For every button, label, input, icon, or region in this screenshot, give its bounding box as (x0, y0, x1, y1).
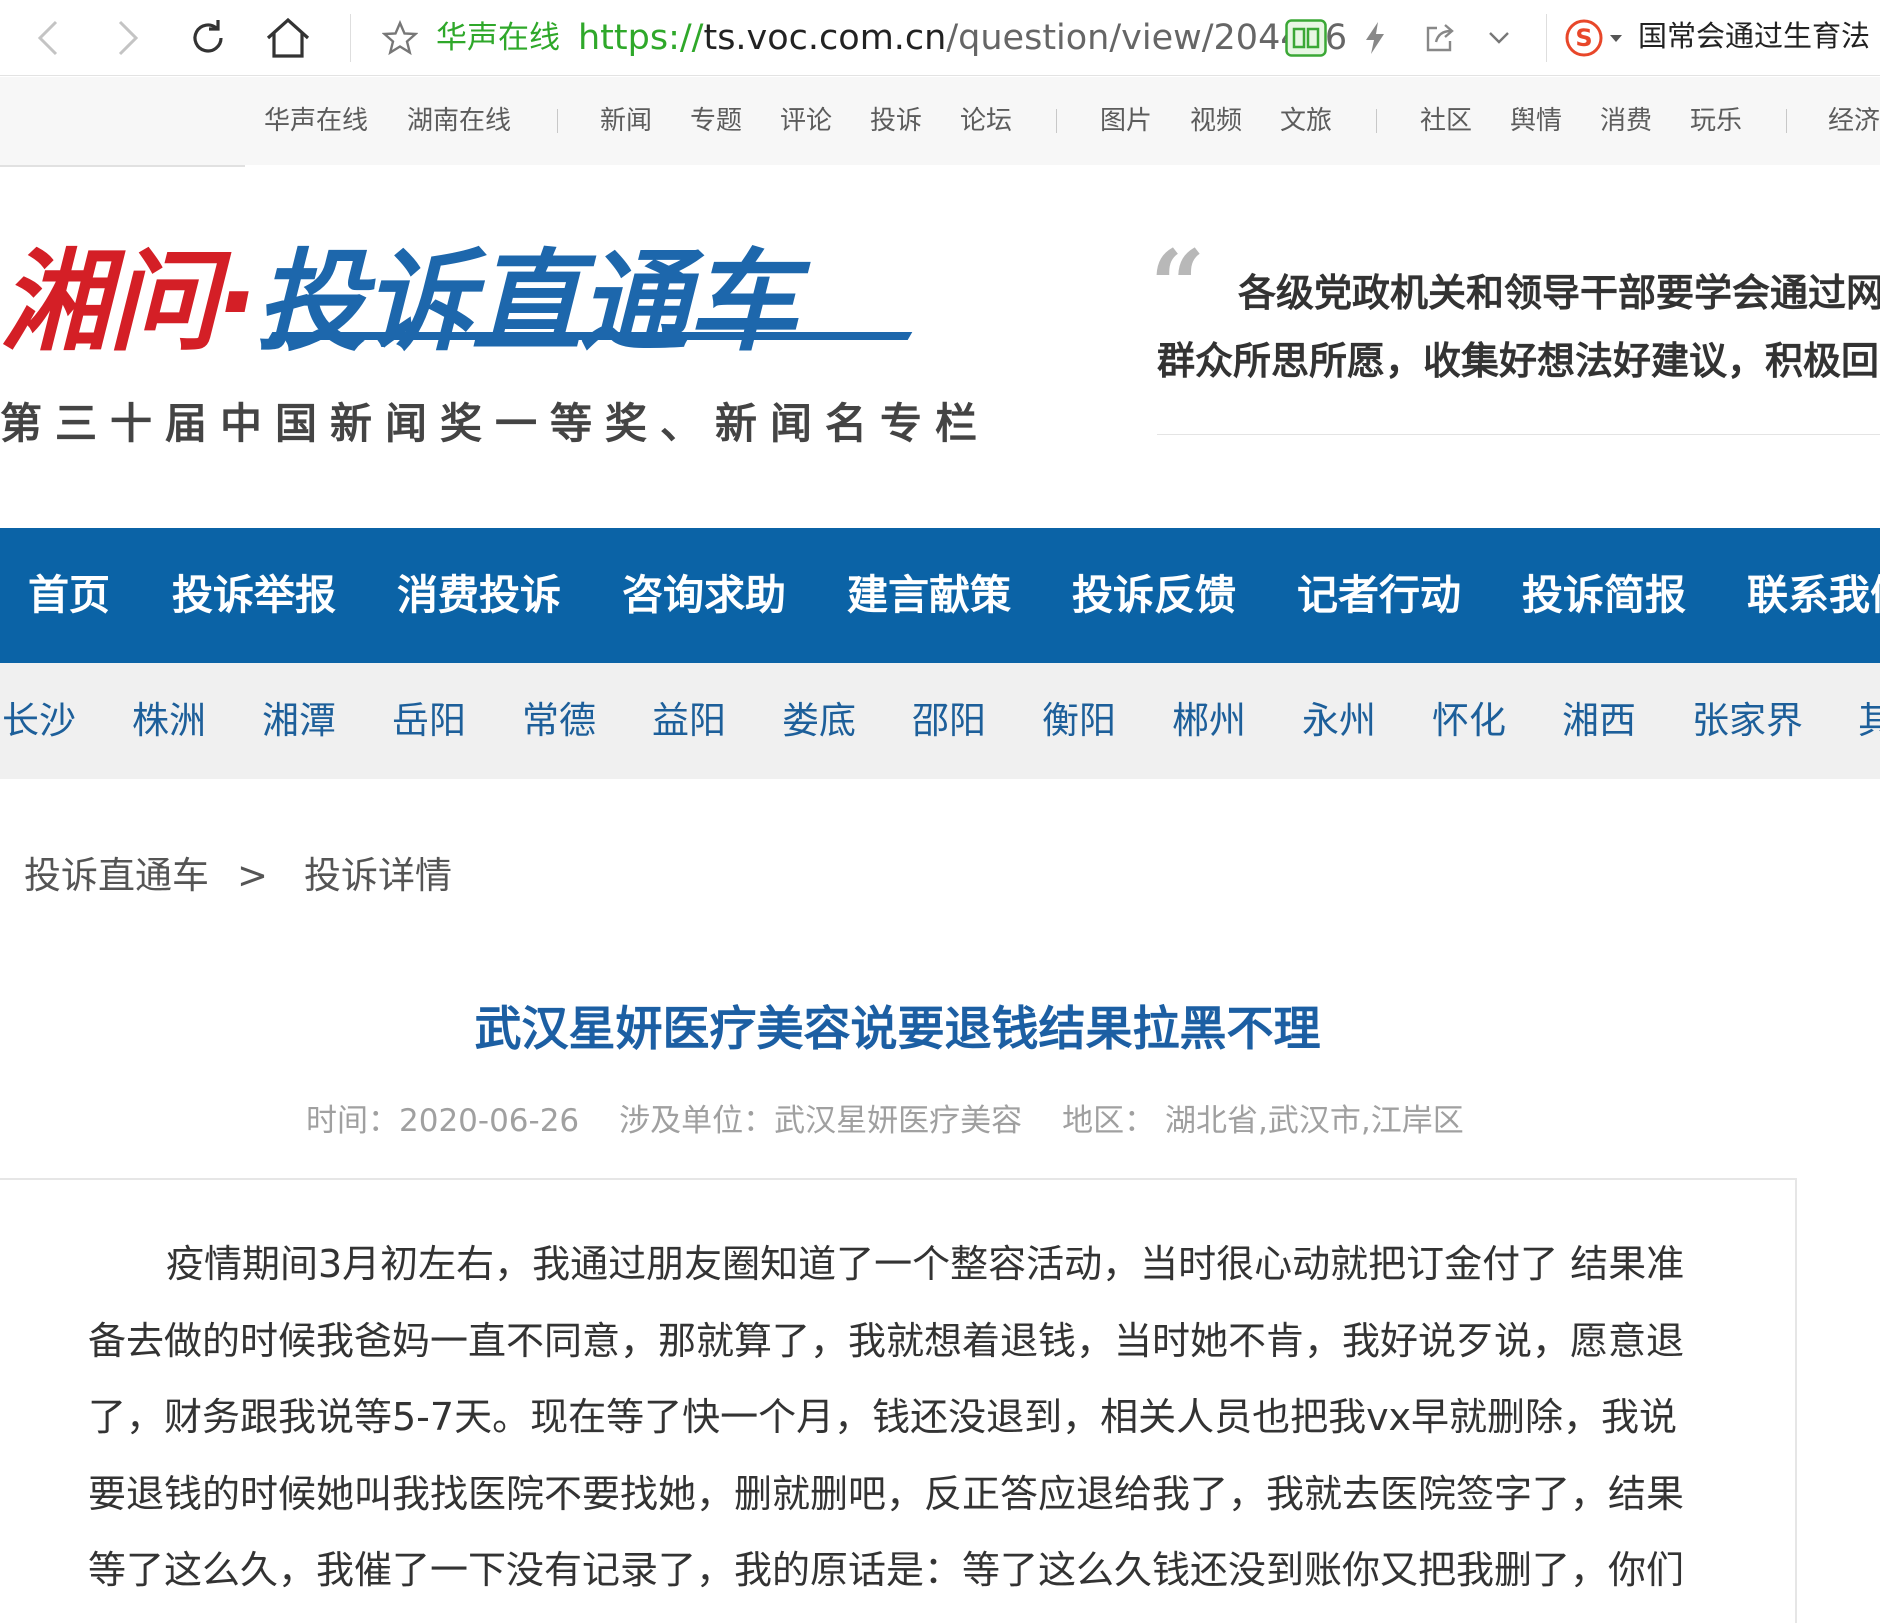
main-nav-item-home[interactable]: 首页 (28, 528, 110, 663)
nav-separator (1056, 109, 1057, 133)
region-nav-item[interactable]: 娄底 (782, 663, 856, 779)
article-body-line: 要退钱的时候她叫我找医院不要找她，删就删吧，反正答应退给我了，我就去医院签字了，… (88, 1471, 1685, 1516)
region-nav-item[interactable]: 长沙 (2, 663, 76, 779)
logo-blue-text: 投诉直通车 (255, 238, 798, 366)
region-nav-item[interactable]: 其他 (1858, 663, 1880, 779)
region-nav-item[interactable]: 常德 (522, 663, 596, 779)
logo-subtitle: 第三十届中国新闻奖一等奖、新闻名专栏 (0, 399, 991, 448)
top-nav-item[interactable]: 消费 (1600, 77, 1652, 165)
chevron-down-icon[interactable] (1484, 0, 1514, 76)
main-nav-item[interactable]: 记者行动 (1297, 528, 1461, 663)
top-nav-item[interactable]: 视频 (1190, 77, 1242, 165)
logo-red-text: 湘问· (0, 238, 258, 366)
top-nav-item[interactable]: 评论 (780, 77, 832, 165)
top-nav-item[interactable]: 论坛 (960, 77, 1012, 165)
region-nav-item[interactable]: 怀化 (1432, 663, 1506, 779)
lightning-icon[interactable] (1360, 0, 1390, 76)
site-name-label: 华声在线 (436, 20, 560, 56)
sogou-search-icon[interactable]: S (1564, 0, 1604, 76)
article-body-line: 等了这么久，我催了一下没有记录了，我的原话是：等了这么久钱还没到账你又把我删了，… (88, 1548, 1685, 1592)
top-nav-underline (0, 165, 245, 167)
top-nav-item[interactable]: 经济 (1828, 77, 1880, 165)
url-host: ts.voc.com.cn (703, 18, 947, 58)
top-nav-item[interactable]: 新闻 (600, 77, 652, 165)
region-nav-item[interactable]: 永州 (1302, 663, 1376, 779)
top-nav-item[interactable]: 湖南在线 (407, 77, 511, 165)
reload-icon[interactable] (186, 0, 230, 76)
region-nav-item[interactable]: 湘西 (1562, 663, 1636, 779)
breadcrumb-separator: > (237, 854, 269, 897)
main-nav-item[interactable]: 建言献策 (847, 528, 1011, 663)
reader-mode-icon[interactable] (1284, 0, 1328, 76)
article-body-line: 了，财务跟我说等5-7天。现在等了快一个月，钱还没退到，相关人员也把我vx早就删… (88, 1395, 1678, 1439)
logo-swoosh (267, 332, 913, 340)
main-nav-item[interactable]: 投诉简报 (1522, 528, 1686, 663)
article-body-line: 疫情期间3月初左右，我通过朋友圈知道了一个整容活动，当时很心动就把订金付了 结果… (166, 1242, 1685, 1286)
site-logo[interactable]: 湘问·投诉直通车 (0, 232, 798, 372)
url-scheme: https:// (578, 18, 704, 58)
top-nav-item[interactable]: 社区 (1420, 77, 1472, 165)
main-nav-item[interactable]: 联系我们 (1747, 528, 1880, 663)
article-title: 武汉星妍医疗美容说要退钱结果拉黑不理 (474, 1002, 1321, 1057)
top-nav-item[interactable]: 投诉 (870, 77, 922, 165)
region-nav-item[interactable]: 邵阳 (912, 663, 986, 779)
toolbar-divider (1546, 14, 1547, 62)
header-quote-line: 各级党政机关和领导干部要学会通过网 (1238, 270, 1880, 315)
article-body-line: 备去做的时候我爸妈一直不同意，那就算了，我就想着退钱，当时她不肯，我好说歹说，愿… (88, 1318, 1685, 1363)
top-nav-item[interactable]: 玩乐 (1690, 77, 1742, 165)
article-body: 疫情期间3月初左右，我通过朋友圈知道了一个整容活动，当时很心动就把订金付了 结果… (88, 1226, 1728, 1609)
quote-mark-icon: “ (1150, 229, 1206, 342)
region-nav-item[interactable]: 岳阳 (392, 663, 466, 779)
meta-time: 时间：2020-06-26 (306, 1103, 580, 1139)
main-nav-item[interactable]: 投诉举报 (172, 528, 336, 663)
main-nav: 首页 投诉举报 消费投诉 咨询求助 建言献策 投诉反馈 记者行动 投诉简报 联系… (0, 528, 1880, 663)
top-nav-item[interactable]: 图片 (1100, 77, 1152, 165)
browser-toolbar: 华声在线 https://ts.voc.com.cn/question/view… (0, 0, 1880, 76)
region-nav-item[interactable]: 衡阳 (1042, 663, 1116, 779)
quote-divider (1157, 434, 1880, 435)
region-nav: 长沙 株洲 湘潭 岳阳 常德 益阳 娄底 邵阳 衡阳 郴州 永州 怀化 湘西 张… (0, 663, 1880, 779)
region-nav-item[interactable]: 益阳 (652, 663, 726, 779)
main-nav-item[interactable]: 消费投诉 (397, 528, 561, 663)
share-icon[interactable] (1422, 0, 1458, 76)
meta-region: 地区： 湖北省,武汉市,江岸区 (1062, 1103, 1464, 1139)
top-nav-item[interactable]: 文旅 (1280, 77, 1332, 165)
article-meta: 时间：2020-06-26 涉及单位：武汉星妍医疗美容 地区： 湖北省,武汉市,江岸… (306, 1096, 1464, 1146)
address-bar-url[interactable]: https://ts.voc.com.cn/question/view/2044… (578, 0, 1347, 76)
breadcrumb-root-link[interactable]: 投诉直通车 (24, 848, 209, 904)
home-icon[interactable] (264, 0, 312, 76)
back-icon[interactable] (28, 0, 68, 76)
nav-separator (557, 109, 558, 133)
region-nav-item[interactable]: 湘潭 (262, 663, 336, 779)
main-nav-item[interactable]: 咨询求助 (622, 528, 786, 663)
meta-unit: 涉及单位：武汉星妍医疗美容 (619, 1103, 1023, 1139)
top-nav-item[interactable]: 华声在线 (264, 77, 368, 165)
svg-text:S: S (1575, 24, 1592, 52)
forward-icon[interactable] (108, 0, 148, 76)
top-nav-item[interactable]: 舆情 (1510, 77, 1562, 165)
breadcrumb-current: 投诉详情 (304, 854, 453, 897)
search-input[interactable]: 国常会通过生育法 (1638, 0, 1870, 76)
region-nav-item[interactable]: 郴州 (1172, 663, 1246, 779)
header-quote-line: 群众所思所愿，收集好想法好建议，积极回 (1157, 338, 1880, 383)
region-nav-item[interactable]: 张家界 (1692, 663, 1803, 779)
region-nav-item[interactable]: 株洲 (132, 663, 206, 779)
top-site-nav: 华声在线 湖南在线 新闻 专题 评论 投诉 论坛 图片 视频 文旅 社区 舆情 … (0, 77, 1880, 165)
star-icon[interactable] (380, 0, 420, 76)
top-nav-item[interactable]: 专题 (690, 77, 742, 165)
nav-separator (1786, 109, 1787, 133)
search-engine-dropdown-icon[interactable] (1606, 0, 1626, 76)
main-nav-item[interactable]: 投诉反馈 (1072, 528, 1236, 663)
nav-separator (1376, 109, 1377, 133)
toolbar-divider (350, 14, 351, 62)
breadcrumb: 投诉直通车 > 投诉详情 (24, 848, 452, 904)
